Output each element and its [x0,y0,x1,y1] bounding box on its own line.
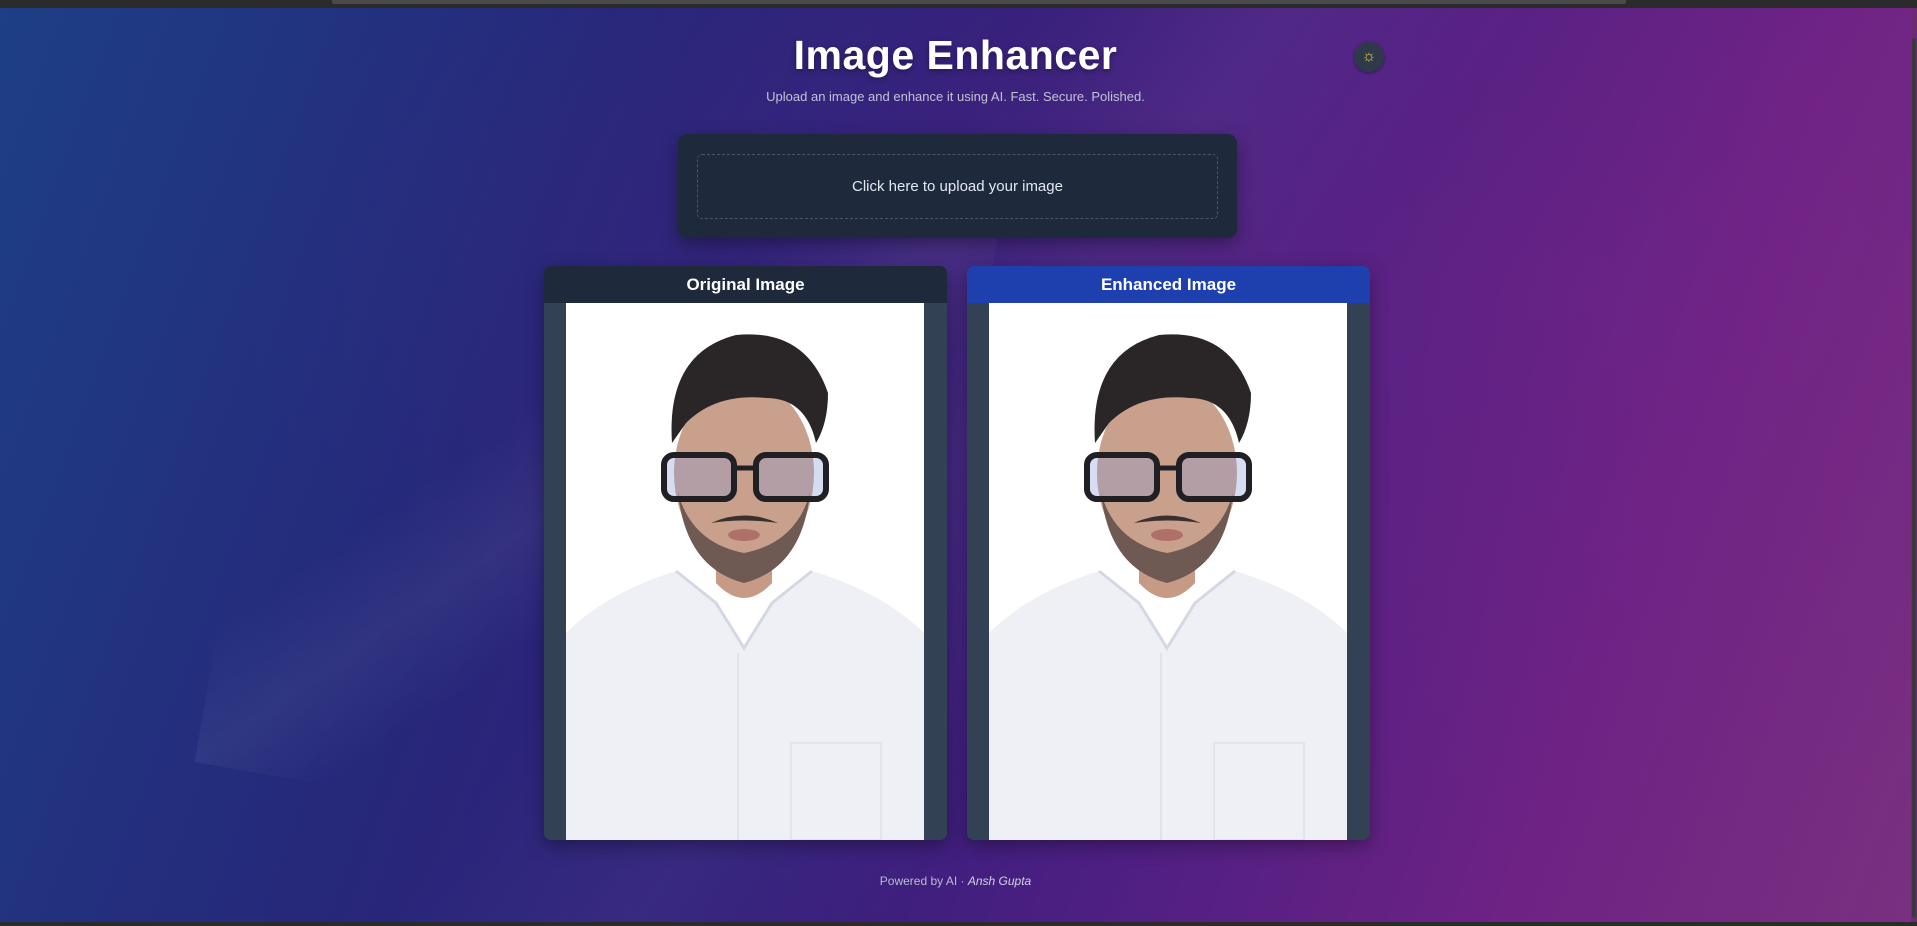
enhanced-image-panel: Enhanced Image [967,266,1370,840]
scrollbar-thumb[interactable] [1912,38,1916,918]
enhanced-photo [989,303,1347,840]
portrait-illustration [989,303,1347,840]
page-background: Image Enhancer Upload an image and enhan… [0,8,1911,922]
page-title: Image Enhancer [793,32,1118,78]
original-image-panel: Original Image [544,266,947,840]
browser-bottom-strip [0,922,1917,926]
theme-toggle-button[interactable]: ☼ [1354,42,1384,72]
original-image-title: Original Image [686,274,805,294]
page-subtitle: Upload an image and enhance it using AI.… [766,89,1145,104]
browser-top-strip [0,0,1917,8]
sun-icon: ☼ [1361,48,1377,65]
footer-author: Ansh Gupta [967,874,1032,888]
enhanced-image-title: Enhanced Image [1100,274,1237,294]
vertical-scrollbar[interactable] [1911,8,1917,922]
original-photo [566,303,924,840]
horizontal-scrollbar[interactable] [332,0,1626,4]
footer: Powered by AI · Ansh Gupta [0,874,1911,888]
upload-card: Click here to upload your image [678,134,1237,238]
upload-label: Click here to upload your image [852,178,1063,195]
enhanced-image-header: Enhanced Image [967,266,1370,303]
original-image-header: Original Image [544,266,947,303]
footer-prefix: Powered by AI · [879,874,968,888]
portrait-illustration [566,303,924,840]
upload-dropzone[interactable]: Click here to upload your image [697,154,1218,219]
